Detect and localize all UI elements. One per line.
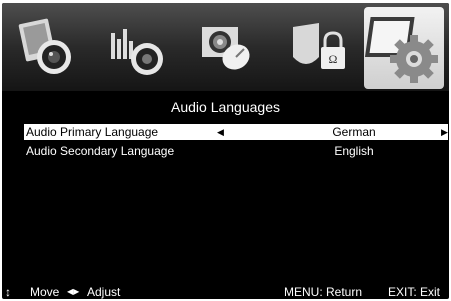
menu-item-audio-primary-language[interactable]: Audio Primary Language ◀ German ▶ xyxy=(24,124,448,140)
menu-title: Audio Languages xyxy=(171,99,280,115)
menu-item-value: English xyxy=(334,144,374,158)
setup-tab[interactable] xyxy=(364,7,444,89)
channel-icon xyxy=(202,27,250,70)
sound-tab[interactable] xyxy=(105,13,169,83)
adjust-hint: Adjust xyxy=(87,285,121,299)
up-down-arrows-icon: ↕ xyxy=(5,285,11,299)
left-right-arrows-icon: ◀▶ xyxy=(67,287,80,296)
arrow-right-icon[interactable]: ▶ xyxy=(441,124,448,140)
menu-icon-bar: Ω xyxy=(2,3,449,91)
channel-tab[interactable] xyxy=(194,13,258,83)
lock-icon: Ω xyxy=(293,23,345,69)
svg-text:Ω: Ω xyxy=(329,52,338,66)
setup-gear-icon xyxy=(364,17,438,83)
menu-item-audio-secondary-language[interactable]: Audio Secondary Language English xyxy=(24,143,448,159)
menu-return-hint: MENU: Return xyxy=(284,285,363,299)
picture-icon xyxy=(18,18,71,74)
picture-tab[interactable] xyxy=(16,13,80,83)
arrow-left-icon[interactable]: ◀ xyxy=(217,124,224,140)
menu-item-label: Audio Primary Language xyxy=(26,125,159,139)
move-hint: Move xyxy=(30,285,60,299)
tv-menu-screen: Ω Audio Languages Audio Primary Language… xyxy=(2,3,449,299)
exit-hint: EXIT: Exit xyxy=(388,285,441,299)
lock-tab[interactable]: Ω xyxy=(283,13,347,83)
menu-item-label: Audio Secondary Language xyxy=(26,144,175,158)
menu-item-value: German xyxy=(332,125,376,139)
sound-icon xyxy=(111,29,163,75)
footer-hints: ↕ Move ◀▶ Adjust MENU: Return EXIT: Exit xyxy=(2,285,449,299)
